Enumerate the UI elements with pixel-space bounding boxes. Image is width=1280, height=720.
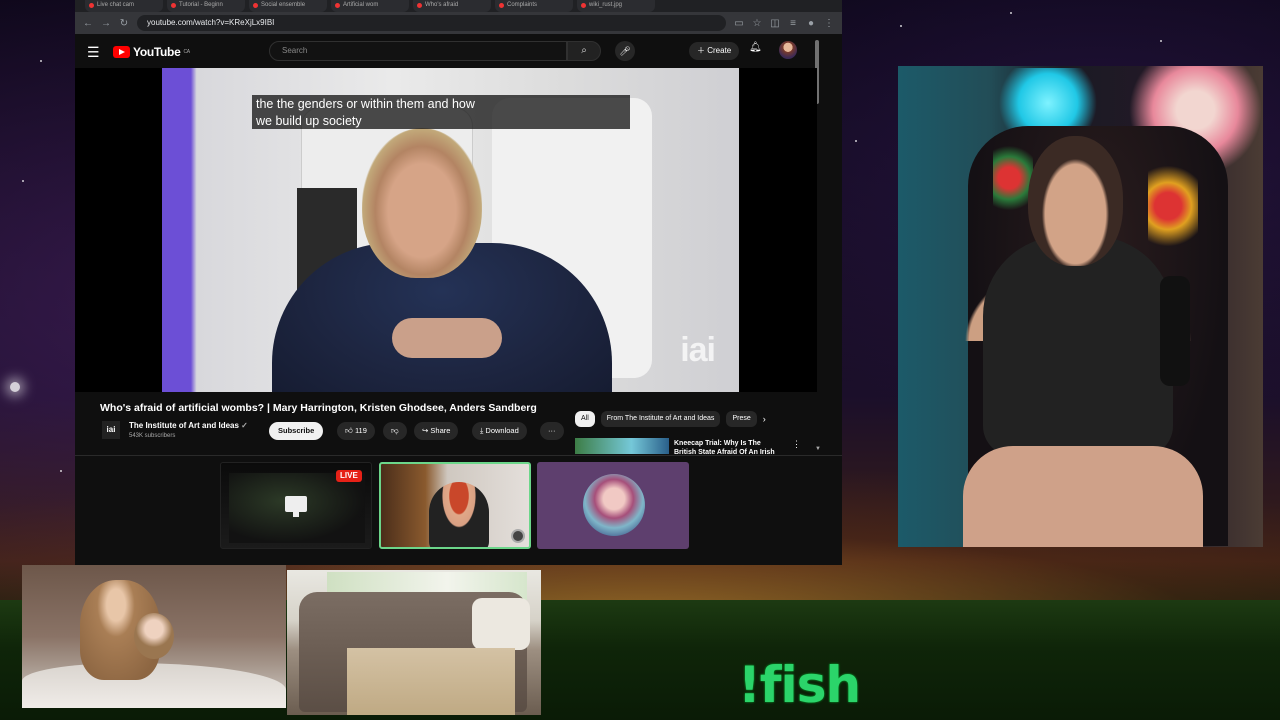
- chair-floral-pattern: [993, 146, 1033, 226]
- tab-strip: Live chat cam Tutorial - Beginn Social e…: [75, 0, 842, 12]
- monkey-baby: [134, 613, 174, 659]
- video-caption: the the genders or within them and how w…: [252, 95, 630, 129]
- speaking-indicator-icon: [511, 529, 525, 543]
- bright-star: [10, 382, 20, 392]
- streamer-webcam: [898, 66, 1263, 547]
- download-icon: ⤓: [480, 426, 484, 435]
- recommended-video-title[interactable]: Kneecap Trial: Why Is The British State …: [674, 439, 794, 455]
- streamer-face: [1028, 136, 1123, 266]
- dislike-button[interactable]: 👎︎: [383, 422, 407, 440]
- extensions-icon[interactable]: ◫: [770, 18, 780, 29]
- more-actions-button[interactable]: ···: [540, 422, 564, 440]
- verified-check-icon: ✓: [241, 421, 248, 430]
- like-button[interactable]: 👍︎ 119: [337, 422, 375, 440]
- channel-avatar[interactable]: iai: [102, 421, 120, 439]
- channel-name[interactable]: The Institute of Art and Ideas ✓: [129, 421, 248, 430]
- video-player[interactable]: the the genders or within them and how w…: [162, 68, 739, 392]
- address-bar: ← → ↻ youtube.com/watch?v=KReXjLx9IBI ▭ …: [75, 12, 842, 34]
- browser-window: Live chat cam Tutorial - Beginn Social e…: [75, 0, 842, 565]
- video-letterbox-right: [739, 68, 817, 392]
- create-label: Create: [707, 46, 732, 55]
- streamer-legs: [963, 446, 1203, 547]
- recommended-video-thumbnail[interactable]: [575, 438, 669, 454]
- thumbs-down-icon: 👎︎: [391, 426, 399, 435]
- thumbs-up-icon: 👍︎: [345, 426, 353, 435]
- account-avatar[interactable]: [779, 41, 797, 59]
- recommended-menu-icon[interactable]: ⋮: [792, 439, 801, 450]
- share-button[interactable]: ↪ Share: [414, 422, 459, 440]
- fish-command-text: !fish: [738, 656, 861, 714]
- browser-tab[interactable]: wiki_rust.jpg: [577, 0, 655, 12]
- microphone: [1160, 276, 1190, 386]
- couch-image: [287, 570, 541, 715]
- bookmark-star-icon[interactable]: ☆: [752, 18, 762, 29]
- subscriber-count: 543K subscribers: [129, 433, 176, 439]
- share-icon: ↪: [422, 426, 429, 435]
- browser-tab[interactable]: Tutorial - Beginn: [167, 0, 245, 12]
- star: [60, 470, 62, 472]
- notifications-bell-icon[interactable]: 🔔︎: [749, 42, 762, 53]
- star: [855, 140, 857, 142]
- chip-presented[interactable]: Prese: [726, 411, 757, 427]
- browser-tab[interactable]: Live chat cam: [85, 0, 163, 12]
- screen-share-icon: [285, 496, 307, 517]
- media-icon[interactable]: ≡: [788, 18, 798, 29]
- monkeys-image: [22, 565, 286, 708]
- live-badge: LIVE: [336, 470, 362, 482]
- kebab-menu-icon[interactable]: ⋮: [824, 18, 834, 29]
- back-icon[interactable]: ←: [83, 18, 93, 29]
- youtube-country-code: CA: [183, 49, 190, 55]
- youtube-header: ☰ YouTube CA Search ⌕ 🎤︎ ＋ Create 🔔︎: [87, 38, 827, 66]
- star: [900, 25, 902, 27]
- download-label: Download: [485, 426, 519, 435]
- participant-avatar: [583, 474, 645, 536]
- channel-name-text: The Institute of Art and Ideas: [129, 421, 239, 430]
- pillow: [472, 598, 530, 650]
- search-input[interactable]: Search: [269, 41, 567, 61]
- url-field[interactable]: youtube.com/watch?v=KReXjLx9IBI: [137, 15, 726, 31]
- blanket: [347, 648, 515, 715]
- participant-tile-screenshare[interactable]: LIVE: [220, 462, 372, 549]
- star: [22, 180, 24, 182]
- forward-icon[interactable]: →: [101, 18, 111, 29]
- speaker-hands: [392, 318, 502, 358]
- participant-tile-camera[interactable]: [379, 462, 531, 549]
- participant-tile-avatar[interactable]: [537, 462, 689, 549]
- star: [40, 60, 42, 62]
- chip-from-channel[interactable]: From The Institute of Art and Ideas: [600, 411, 721, 427]
- recommendation-chips: All From The Institute of Art and Ideas …: [575, 411, 766, 427]
- search-icon[interactable]: ⌕: [567, 41, 601, 61]
- reload-icon[interactable]: ↻: [119, 18, 129, 29]
- star: [1160, 40, 1162, 42]
- download-button[interactable]: ⤓ Download: [472, 422, 527, 440]
- share-label: Share: [430, 426, 451, 435]
- chevron-right-icon[interactable]: ›: [763, 411, 766, 427]
- create-button[interactable]: ＋ Create: [689, 42, 740, 60]
- subscribe-button[interactable]: Subscribe: [269, 422, 324, 440]
- chip-all[interactable]: All: [575, 411, 595, 427]
- star: [1010, 12, 1012, 14]
- speaker-head: [362, 128, 482, 278]
- like-count: 119: [354, 426, 367, 435]
- browser-tab[interactable]: Social ensemble: [249, 0, 327, 12]
- youtube-logo[interactable]: YouTube CA: [113, 45, 190, 59]
- profile-icon[interactable]: ●: [806, 18, 816, 29]
- video-letterbox-left: [75, 68, 162, 392]
- hamburger-menu-icon[interactable]: ☰: [87, 44, 113, 61]
- horizontal-scrollbar[interactable]: [75, 455, 842, 456]
- scroll-down-arrow-icon[interactable]: ▼: [815, 446, 821, 452]
- browser-tab[interactable]: Artificial wom: [331, 0, 409, 12]
- youtube-logo-text: YouTube: [133, 45, 181, 59]
- browser-tab[interactable]: Complaints: [495, 0, 573, 12]
- browser-tab-active[interactable]: Who's afraid: [413, 0, 491, 12]
- channel-watermark: iai: [680, 331, 716, 369]
- participant-video: [429, 482, 489, 547]
- video-title: Who's afraid of artificial wombs? | Mary…: [100, 402, 537, 414]
- microphone-icon[interactable]: 🎤︎: [615, 41, 635, 61]
- cast-icon[interactable]: ▭: [734, 18, 744, 29]
- streamer-tank-top: [983, 236, 1173, 456]
- youtube-play-icon: [113, 46, 130, 58]
